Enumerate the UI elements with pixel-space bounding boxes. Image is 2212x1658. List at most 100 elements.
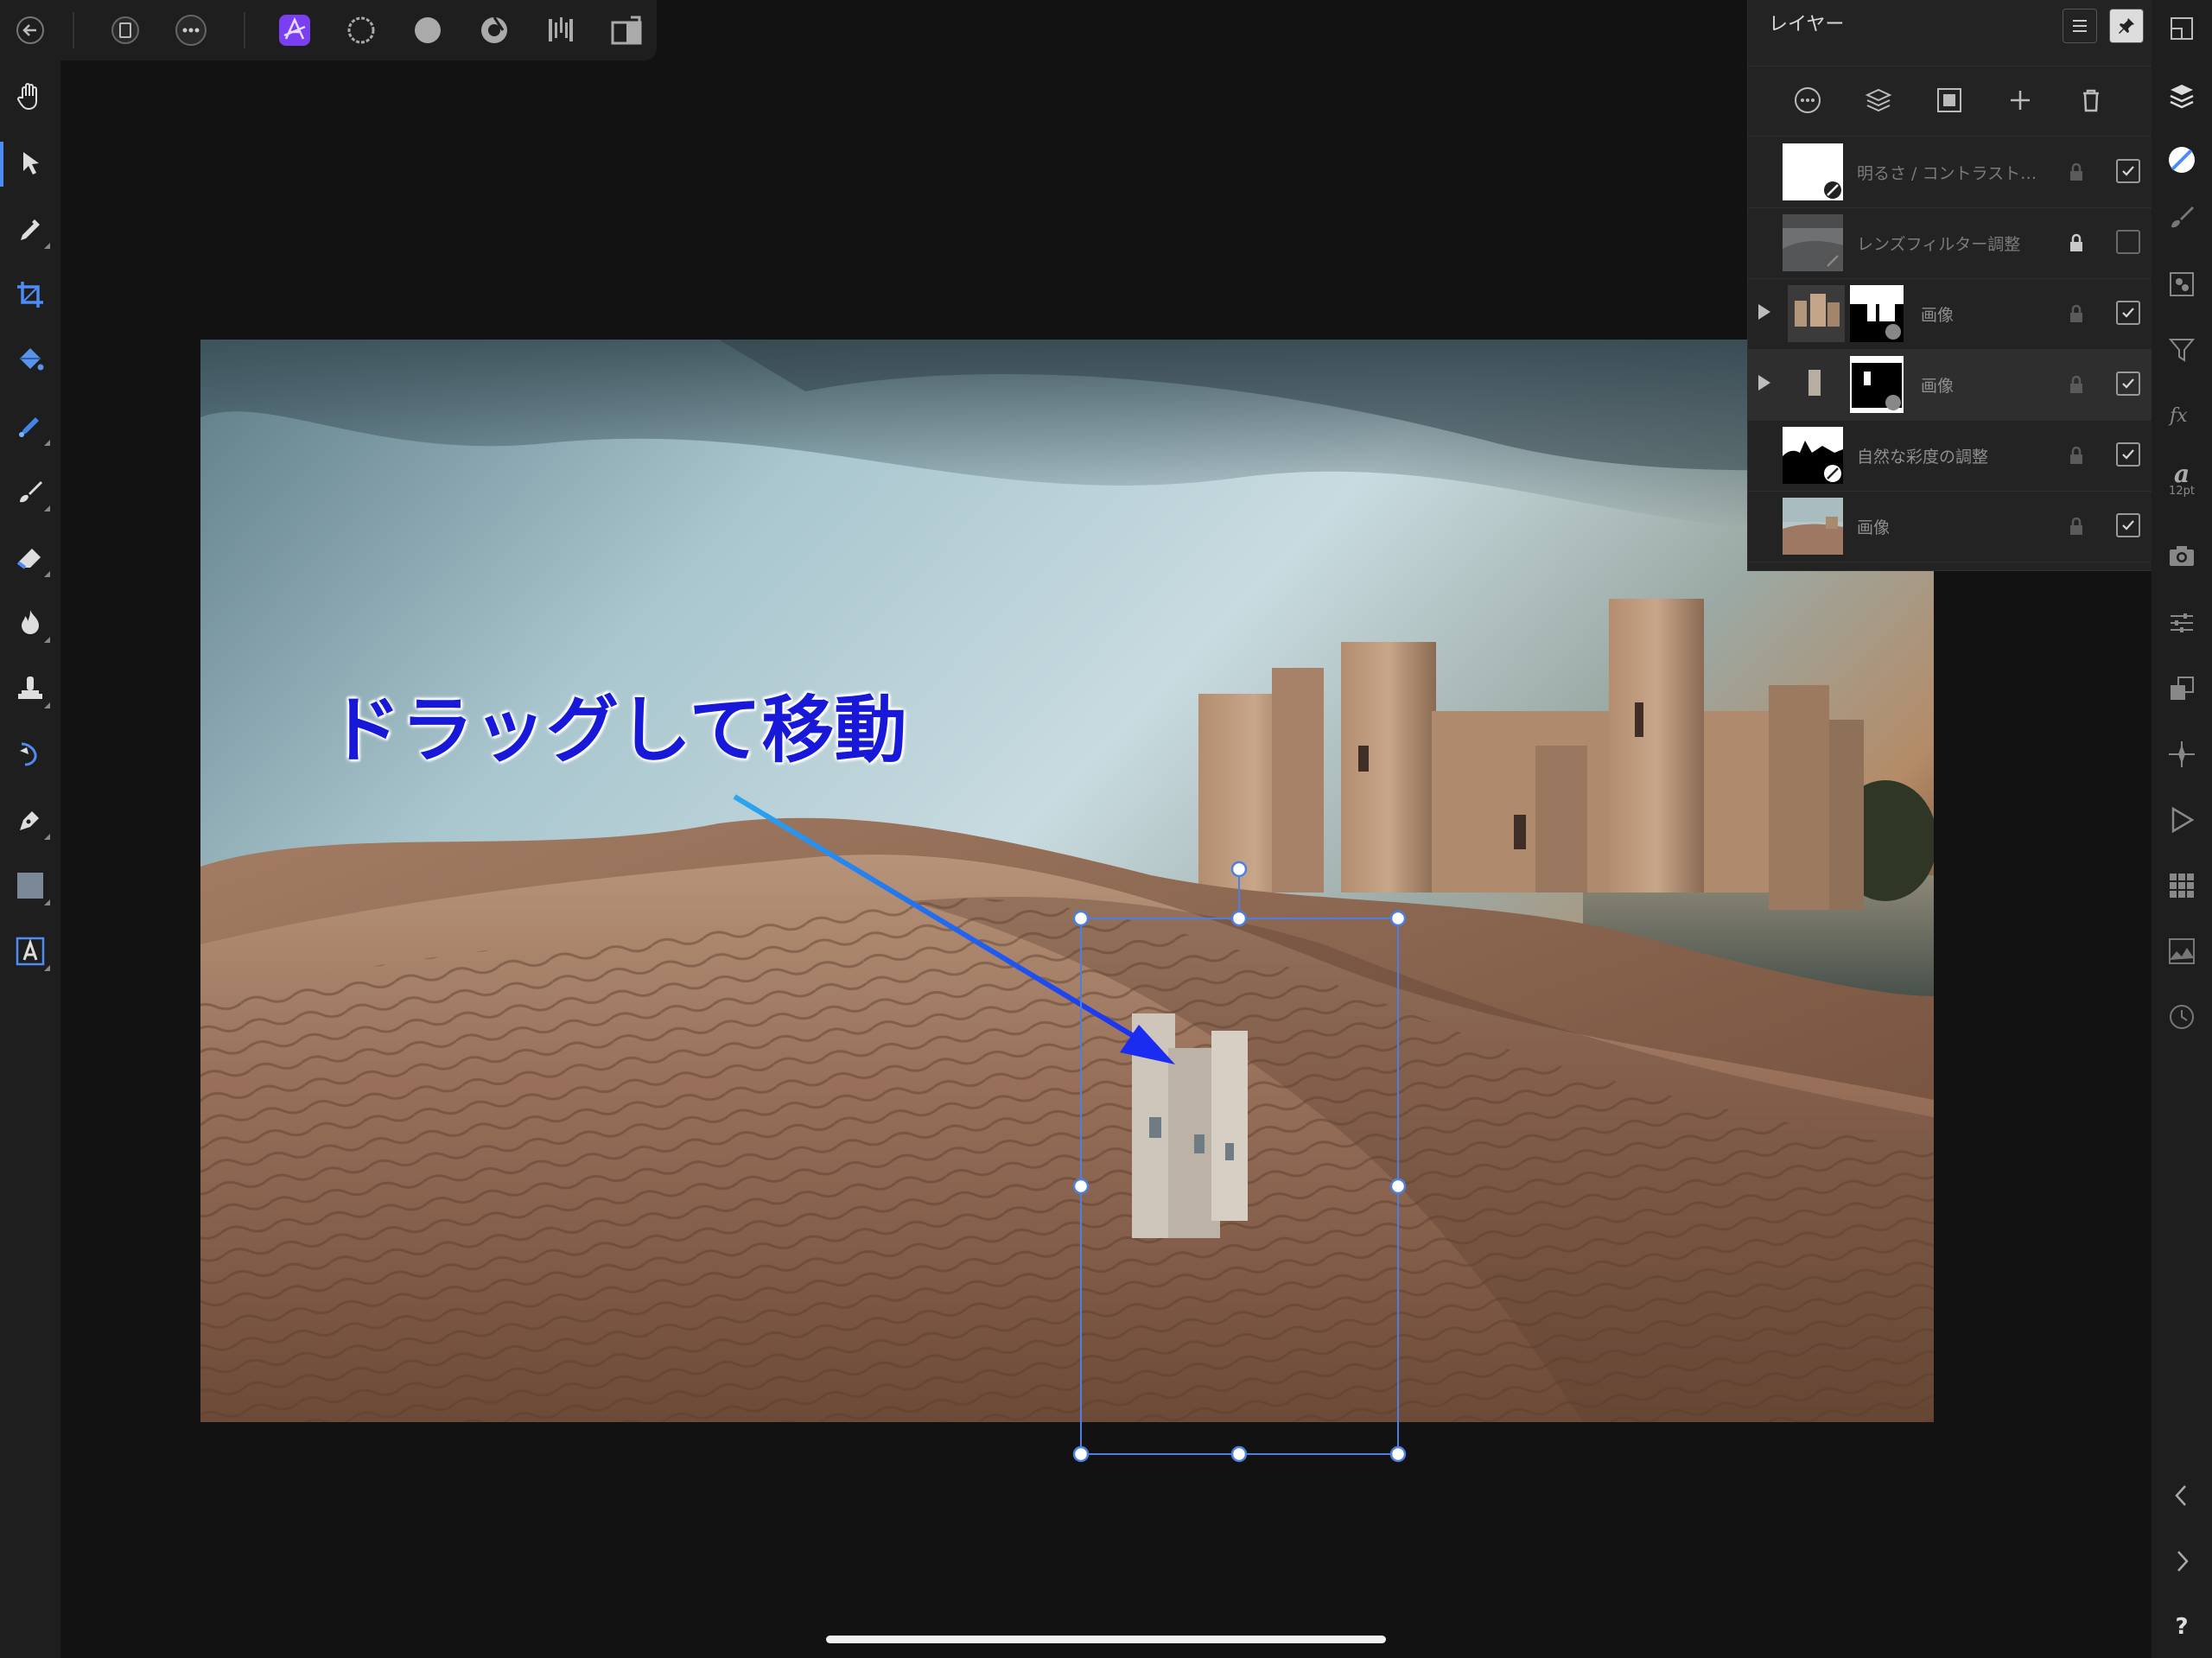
lock-icon[interactable] — [2068, 517, 2085, 536]
toolbar-divider — [73, 12, 74, 48]
lock-icon[interactable] — [2068, 233, 2085, 252]
layer-thumbnail — [1783, 214, 1843, 271]
add-mask-icon[interactable] — [1923, 73, 1976, 127]
more-icon[interactable] — [168, 7, 214, 54]
document-canvas[interactable] — [200, 340, 1934, 1422]
lock-icon[interactable] — [2068, 304, 2085, 323]
layer-options-icon[interactable] — [1781, 73, 1834, 127]
healing-icon[interactable] — [9, 733, 52, 776]
adjustments-icon[interactable] — [2160, 138, 2203, 181]
layer-stack-icon[interactable] — [1852, 73, 1905, 127]
rotation-handle[interactable] — [1230, 861, 1248, 878]
help-icon[interactable]: ? — [2160, 1605, 2203, 1648]
visibility-checkbox[interactable] — [2116, 230, 2140, 254]
resize-handle-top[interactable] — [1230, 910, 1248, 927]
burn-icon[interactable] — [9, 601, 52, 645]
filters-icon[interactable] — [2160, 328, 2203, 372]
layer-row[interactable]: レンズフィルター調整 — [1748, 207, 2152, 279]
submenu-corner — [44, 440, 50, 446]
crop-icon[interactable] — [9, 273, 52, 316]
split-view-icon[interactable] — [603, 7, 650, 54]
lock-icon[interactable] — [2068, 162, 2085, 181]
collapse-right-icon[interactable] — [2160, 1540, 2203, 1583]
pen-icon[interactable] — [9, 798, 52, 842]
tone-mapping-persona-icon[interactable] — [471, 7, 518, 54]
resize-handle-right[interactable] — [1389, 1178, 1407, 1195]
studio-bar: fx a 12pt ? — [2152, 0, 2212, 1658]
resize-handle-bottom[interactable] — [1230, 1445, 1248, 1463]
submenu-corner — [44, 505, 50, 511]
adjust-sliders-icon[interactable] — [2160, 601, 2203, 645]
resize-handle-bottom-left[interactable] — [1072, 1445, 1090, 1463]
histogram-icon[interactable] — [2160, 930, 2203, 973]
export-persona-icon[interactable] — [537, 7, 584, 54]
text-styles-icon[interactable]: a 12pt — [2160, 458, 2203, 501]
pin-panel-icon[interactable] — [2109, 9, 2144, 43]
visibility-checkbox[interactable] — [2116, 301, 2140, 325]
flood-fill-icon[interactable] — [9, 339, 52, 382]
symbols-icon[interactable] — [2160, 733, 2203, 776]
svg-text:fx: fx — [2168, 405, 2188, 427]
document-icon[interactable] — [102, 7, 149, 54]
eraser-icon[interactable] — [9, 536, 52, 579]
layer-row-selected[interactable]: 画像 — [1748, 349, 2152, 421]
hand-icon[interactable] — [9, 74, 52, 118]
visibility-checkbox[interactable] — [2116, 159, 2140, 183]
text-icon[interactable] — [9, 930, 52, 973]
layer-name: 画像 — [1921, 306, 1955, 325]
liquify-persona-icon[interactable] — [338, 7, 385, 54]
submenu-corner — [44, 571, 50, 577]
mask-thumbnail — [1850, 356, 1904, 413]
tools-panel — [0, 60, 60, 1658]
layer-name: 明るさ / コントラスト… — [1857, 164, 2037, 183]
rectangle-icon[interactable] — [9, 864, 52, 907]
layer-actions-bar — [1748, 66, 2152, 137]
lock-icon[interactable] — [2068, 446, 2085, 465]
expand-arrow-icon[interactable] — [1758, 375, 1770, 391]
visibility-checkbox[interactable] — [2116, 513, 2140, 537]
layer-row[interactable]: 画像 — [1748, 491, 2152, 562]
move-icon[interactable] — [9, 142, 52, 185]
visibility-checkbox[interactable] — [2116, 442, 2140, 467]
clone-icon[interactable] — [9, 667, 52, 710]
selection-brush-icon[interactable] — [9, 404, 52, 448]
panel-menu-icon[interactable] — [2063, 9, 2097, 43]
layer-thumbnail — [1783, 498, 1843, 555]
resize-handle-bottom-right[interactable] — [1389, 1445, 1407, 1463]
visibility-checkbox[interactable] — [2116, 372, 2140, 396]
toolbar-divider — [244, 12, 245, 48]
brushes-icon[interactable] — [2160, 195, 2203, 238]
delete-layer-icon[interactable] — [2064, 73, 2118, 127]
macros-icon[interactable] — [2160, 798, 2203, 842]
library-icon[interactable] — [2160, 864, 2203, 907]
resize-handle-left[interactable] — [1072, 1178, 1090, 1195]
layer-row[interactable]: 自然な彩度の調整 — [1748, 420, 2152, 492]
resize-handle-top-left[interactable] — [1072, 910, 1090, 927]
home-indicator[interactable] — [826, 1636, 1386, 1643]
layer-row[interactable]: 明るさ / コントラスト… — [1748, 137, 2152, 208]
navigator-icon[interactable] — [2160, 7, 2203, 50]
layer-thumbnail — [1783, 143, 1843, 200]
snapshots-icon[interactable] — [2160, 534, 2203, 577]
layer-row[interactable]: 画像 — [1748, 278, 2152, 350]
submenu-corner — [44, 834, 50, 840]
layers-panel: レイヤー 明るさ / コントラスト… レンズフィルター調整 画像 画像 自然な彩… — [1747, 0, 2152, 571]
history-icon[interactable] — [2160, 995, 2203, 1039]
collapse-left-icon[interactable] — [2160, 1474, 2203, 1517]
add-layer-icon[interactable] — [1993, 73, 2047, 127]
annotation-text: ドラッグして移動 — [328, 687, 907, 772]
lock-icon[interactable] — [2068, 375, 2085, 394]
develop-persona-icon[interactable] — [404, 7, 451, 54]
color-picker-icon[interactable] — [9, 207, 52, 251]
layers-icon[interactable] — [2160, 74, 2203, 118]
resize-handle-top-right[interactable] — [1389, 910, 1407, 927]
channels-icon[interactable] — [2160, 263, 2203, 306]
paint-brush-icon[interactable] — [9, 470, 52, 513]
expand-arrow-icon[interactable] — [1758, 304, 1770, 320]
transform-icon[interactable] — [2160, 667, 2203, 710]
effects-icon[interactable]: fx — [2160, 394, 2203, 437]
panel-title: レイヤー — [1769, 14, 1845, 35]
photo-persona-icon[interactable] — [271, 7, 318, 54]
back-icon[interactable] — [7, 7, 54, 54]
submenu-corner — [44, 702, 50, 708]
